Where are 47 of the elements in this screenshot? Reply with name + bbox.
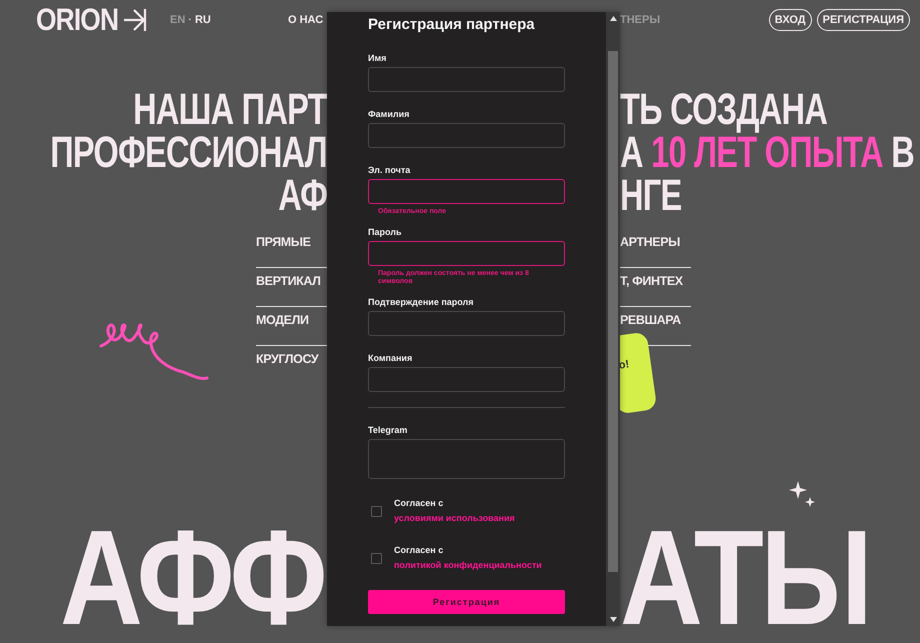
field-label: Фамилия	[368, 109, 410, 120]
consent-text: Согласен с политикой конфиденциальности	[394, 544, 543, 572]
sparkle-icon	[789, 481, 815, 507]
field-label: Имя	[368, 53, 388, 64]
feature-text: КРУГЛОСУ	[256, 352, 318, 366]
checkbox[interactable]	[371, 552, 382, 564]
logo-text[interactable]: ORION	[36, 2, 118, 38]
scroll-up-icon	[610, 16, 616, 21]
headline-text: АФ	[278, 174, 327, 217]
feature-text: МОДЕЛИ	[256, 313, 309, 327]
feature-text: ПРЯМЫЕ	[256, 235, 311, 249]
input-field[interactable]	[368, 179, 565, 204]
field-label: Подтверждение пароля	[368, 297, 475, 308]
modal-title: Регистрация партнера	[368, 16, 536, 33]
scrollbar-thumb[interactable]	[608, 51, 618, 572]
input-field[interactable]	[368, 367, 565, 392]
header-button[interactable]: РЕГИСТРАЦИЯ	[816, 9, 910, 31]
headline-text: ПРОФЕССИОНАЛ	[50, 131, 327, 174]
big-title-text: АФФ	[60, 514, 324, 642]
text-area[interactable]	[368, 439, 565, 479]
field-label: Компания	[368, 353, 414, 364]
big-title-text: АТЫ	[620, 514, 870, 642]
field-label: Эл. почта	[368, 165, 412, 176]
field-label: Telegram	[368, 425, 408, 436]
input-field[interactable]	[368, 67, 565, 92]
scroll-down-icon	[610, 617, 616, 622]
input-field[interactable]	[368, 123, 565, 148]
checkbox[interactable]	[371, 506, 382, 516]
header-button[interactable]: ВХОД	[768, 9, 812, 31]
language-link[interactable]: RU	[194, 14, 211, 26]
scrollbar[interactable]	[606, 12, 620, 626]
consent-text: Согласен с условиями использования	[394, 497, 516, 525]
headline-text: ТЬ СОЗДАНА	[620, 88, 828, 131]
feature-text: АРТНЕРЫ	[620, 235, 680, 249]
headline-text: НГЕ	[620, 174, 682, 217]
field-label: Пароль	[368, 227, 402, 238]
feature-text: РЕВШАРА	[620, 313, 681, 327]
headline-text: НАША ПАРТ	[133, 88, 327, 131]
terms-link[interactable]: условиями использования	[394, 513, 515, 523]
terms-link[interactable]: политикой конфиденциальности	[394, 560, 542, 570]
feature-text: Т, ФИНТЕХ	[620, 274, 683, 288]
input-field[interactable]	[368, 311, 565, 336]
feature-text: ВЕРТИКАЛ	[256, 274, 321, 288]
register-button[interactable]: Регистрация	[368, 590, 565, 614]
input-field[interactable]	[368, 241, 565, 266]
arrow-icon	[122, 7, 147, 33]
language-separator: ·	[188, 14, 192, 26]
